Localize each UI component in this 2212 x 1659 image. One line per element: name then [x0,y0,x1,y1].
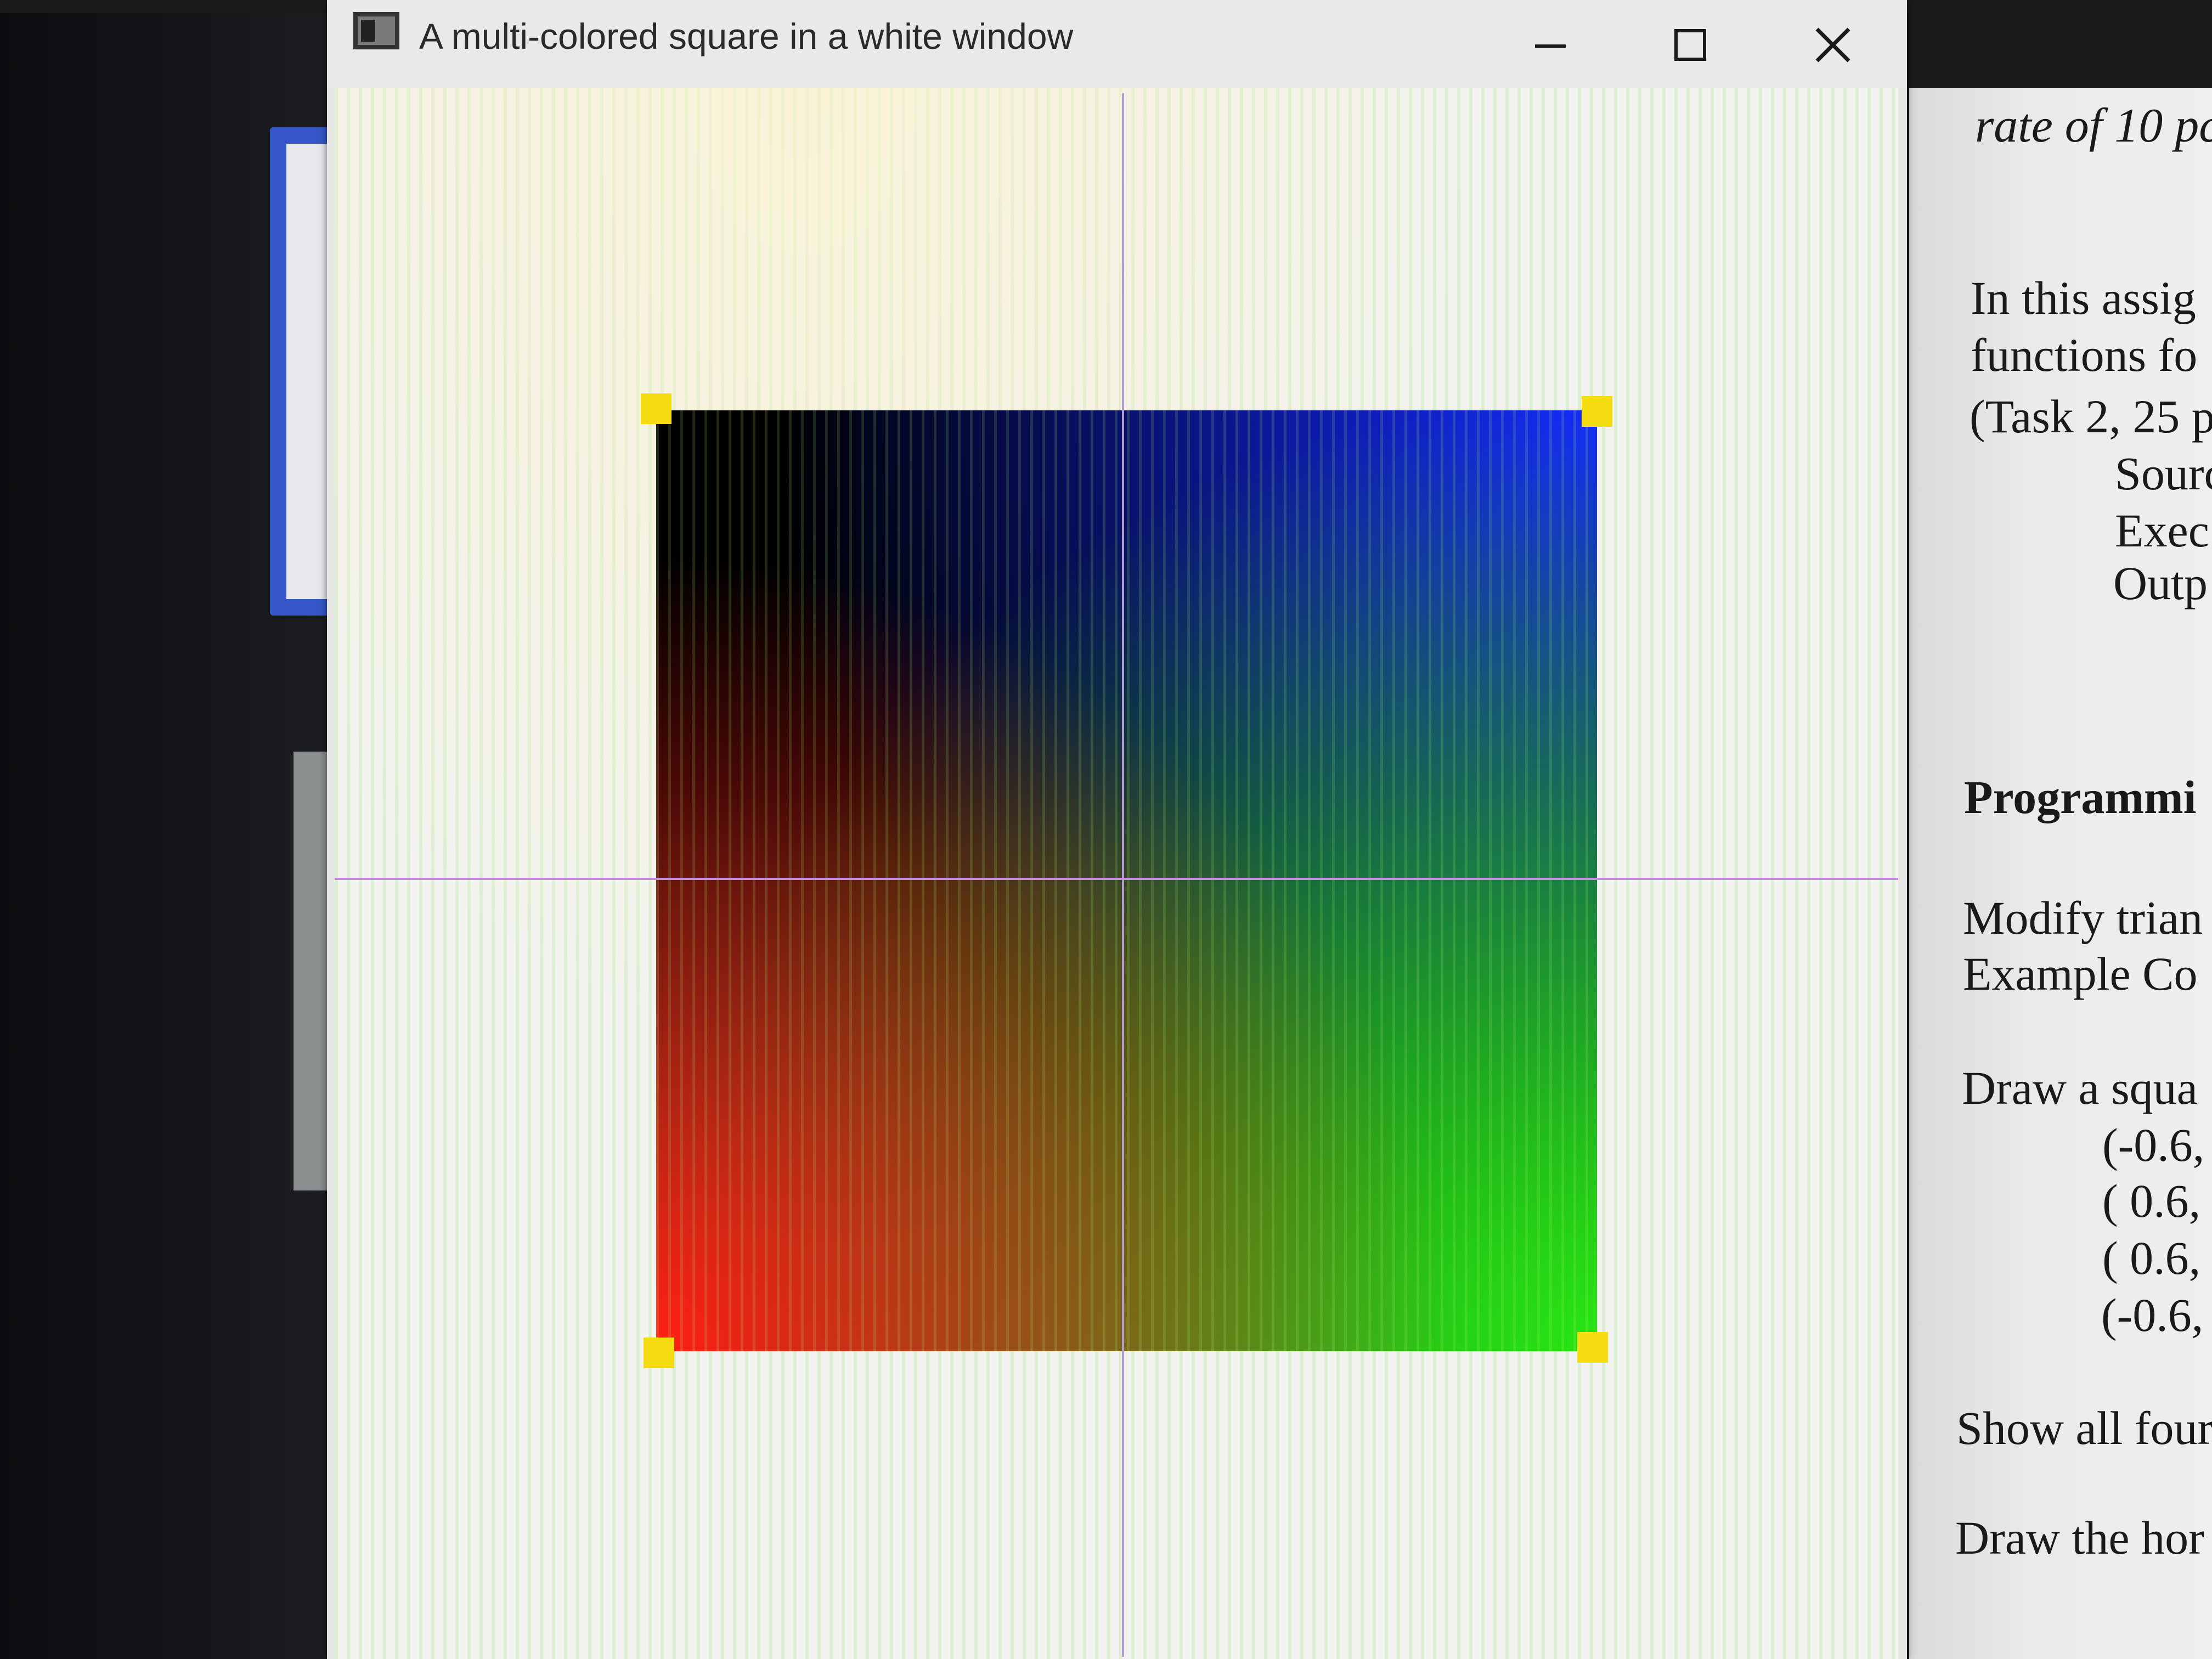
maximize-icon [1674,29,1706,61]
doc-heading: Programmi [1964,771,2197,823]
title-bar[interactable]: A multi-colored square in a white window [327,0,1907,88]
vertex-point-top-left [641,393,672,424]
square-moire-pattern [656,410,1597,1351]
doc-line: Exec [2115,504,2209,557]
document-top-bar [1909,0,2212,88]
maximize-button[interactable] [1655,12,1726,78]
minimize-icon [1535,44,1566,48]
vertical-axis-line [1122,93,1124,1657]
minimize-button[interactable] [1515,12,1586,78]
app-window-icon [353,12,399,49]
doc-line: Sourc [2115,447,2212,500]
vertex-point-top-right [1582,396,1612,427]
doc-line: ( 0.6, [2102,1175,2201,1227]
close-button[interactable] [1797,12,1869,78]
opengl-window: A multi-colored square in a white window [327,0,1907,1659]
doc-line: (-0.6, [2101,1289,2204,1341]
close-icon [1815,27,1850,63]
doc-line: rate of 10 pc [1975,99,2212,153]
doc-line: functions fo [1971,329,2198,381]
doc-line: In this assig [1971,272,2196,324]
doc-line: Show all four [1956,1402,2212,1454]
doc-line: (-0.6, [2102,1119,2205,1171]
doc-line: Draw the hor [1955,1511,2204,1564]
doc-line: Draw a squa [1962,1062,2198,1114]
horizontal-axis-line [335,878,1898,880]
vertex-point-bottom-left [644,1338,674,1368]
doc-line: (Task 2, 25 p [1970,390,2212,443]
doc-line: ( 0.6, [2102,1232,2201,1284]
doc-line: Example Co [1963,947,2198,1000]
doc-line: Outp [2113,557,2208,610]
vertex-point-bottom-right [1577,1332,1608,1363]
assignment-document: rate of 10 pc In this assig functions fo… [1909,88,2212,1659]
window-title: A multi-colored square in a white window [419,16,1074,57]
doc-line: Modify trian [1963,891,2203,944]
render-canvas[interactable] [335,88,1898,1659]
